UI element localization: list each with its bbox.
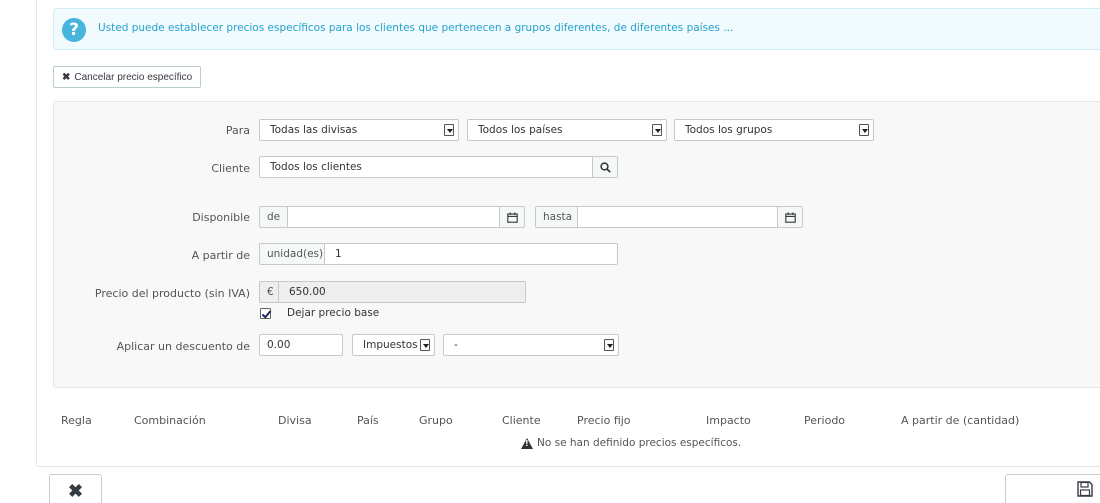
chevron-down-icon	[859, 124, 869, 136]
table-header-divisa: Divisa	[278, 414, 312, 427]
table-header-impacto: Impacto	[706, 414, 751, 427]
from-quantity-input[interactable]: 1	[324, 243, 618, 265]
customer-search-button[interactable]	[592, 156, 618, 178]
tax-select-value: Impuestos	[363, 339, 418, 351]
apartir-label: A partir de	[191, 249, 250, 262]
chevron-down-icon	[652, 124, 662, 136]
chevron-down-icon	[420, 339, 430, 351]
descuento-label: Aplicar un descuento de	[116, 340, 250, 353]
table-header-combinacion: Combinación	[134, 414, 206, 427]
keep-base-price-checkbox[interactable]	[260, 308, 271, 319]
product-price-value: 650.00	[289, 286, 326, 298]
to-date-picker-button[interactable]	[777, 206, 803, 228]
from-date-addon: de	[259, 206, 288, 228]
empty-table-message: No se han definido precios específicos.	[521, 437, 741, 449]
from-date-picker-button[interactable]	[499, 206, 525, 228]
table-header-periodo: Periodo	[804, 414, 846, 427]
tax-select[interactable]: Impuestos	[352, 334, 435, 356]
unit-addon: unidad(es)	[259, 243, 325, 265]
table-header-pais: País	[357, 414, 379, 427]
to-date-input[interactable]	[577, 206, 778, 228]
discount-type-value: -	[454, 339, 458, 351]
from-quantity-value: 1	[335, 248, 342, 260]
close-icon: ✖	[67, 480, 84, 501]
country-select-value: Todos los países	[478, 124, 563, 136]
table-header-cliente: Cliente	[502, 414, 541, 427]
warning-icon	[521, 437, 533, 449]
para-label: Para	[225, 124, 250, 137]
chevron-down-icon	[444, 124, 454, 136]
group-select-value: Todos los grupos	[685, 124, 773, 136]
group-select[interactable]: Todos los grupos	[674, 119, 874, 141]
discount-type-select[interactable]: -	[443, 334, 619, 356]
country-select[interactable]: Todos los países	[467, 119, 667, 141]
left-divider	[36, 0, 37, 466]
info-alert: ? Usted puede establecer precios específ…	[53, 8, 1100, 50]
cancel-specific-price-button[interactable]: ✖ Cancelar precio específico	[53, 66, 202, 88]
keep-base-price-label: Dejar precio base	[287, 307, 380, 319]
currency-symbol-addon: €	[259, 281, 279, 303]
discount-value: 0.00	[267, 339, 291, 351]
currency-select[interactable]: Todas las divisas	[259, 119, 459, 141]
table-header-grupo: Grupo	[419, 414, 453, 427]
search-icon	[599, 161, 611, 173]
precio-label: Precio del producto (sin IVA)	[94, 287, 250, 300]
disponible-label: Disponible	[192, 211, 250, 224]
footer-divider	[37, 466, 1100, 467]
currency-select-value: Todas las divisas	[270, 124, 358, 136]
calendar-icon	[784, 212, 796, 223]
cliente-label: Cliente	[211, 162, 250, 175]
close-icon: ✖	[62, 71, 71, 83]
save-icon	[1077, 481, 1093, 497]
info-alert-text: Usted puede establecer precios específic…	[98, 22, 734, 34]
discount-input[interactable]: 0.00	[259, 334, 343, 356]
calendar-icon	[506, 212, 518, 223]
table-header-regla: Regla	[61, 414, 92, 427]
customer-search-value: Todos los clientes	[270, 161, 362, 173]
customer-search-input[interactable]: Todos los clientes	[259, 156, 593, 178]
empty-table-text: No se han definido precios específicos.	[537, 437, 742, 449]
cancel-specific-price-label: Cancelar precio específico	[74, 71, 193, 83]
question-icon: ?	[62, 18, 86, 42]
footer-cancel-button[interactable]: ✖	[49, 474, 102, 503]
to-date-addon: hasta	[535, 206, 578, 228]
table-header-precio-fijo: Precio fijo	[577, 414, 631, 427]
from-date-input[interactable]	[287, 206, 500, 228]
footer-save-button[interactable]	[1005, 474, 1100, 503]
product-price-input[interactable]: 650.00	[278, 281, 526, 303]
table-header-cantidad: A partir de (cantidad)	[901, 414, 1020, 427]
chevron-down-icon	[604, 339, 614, 351]
